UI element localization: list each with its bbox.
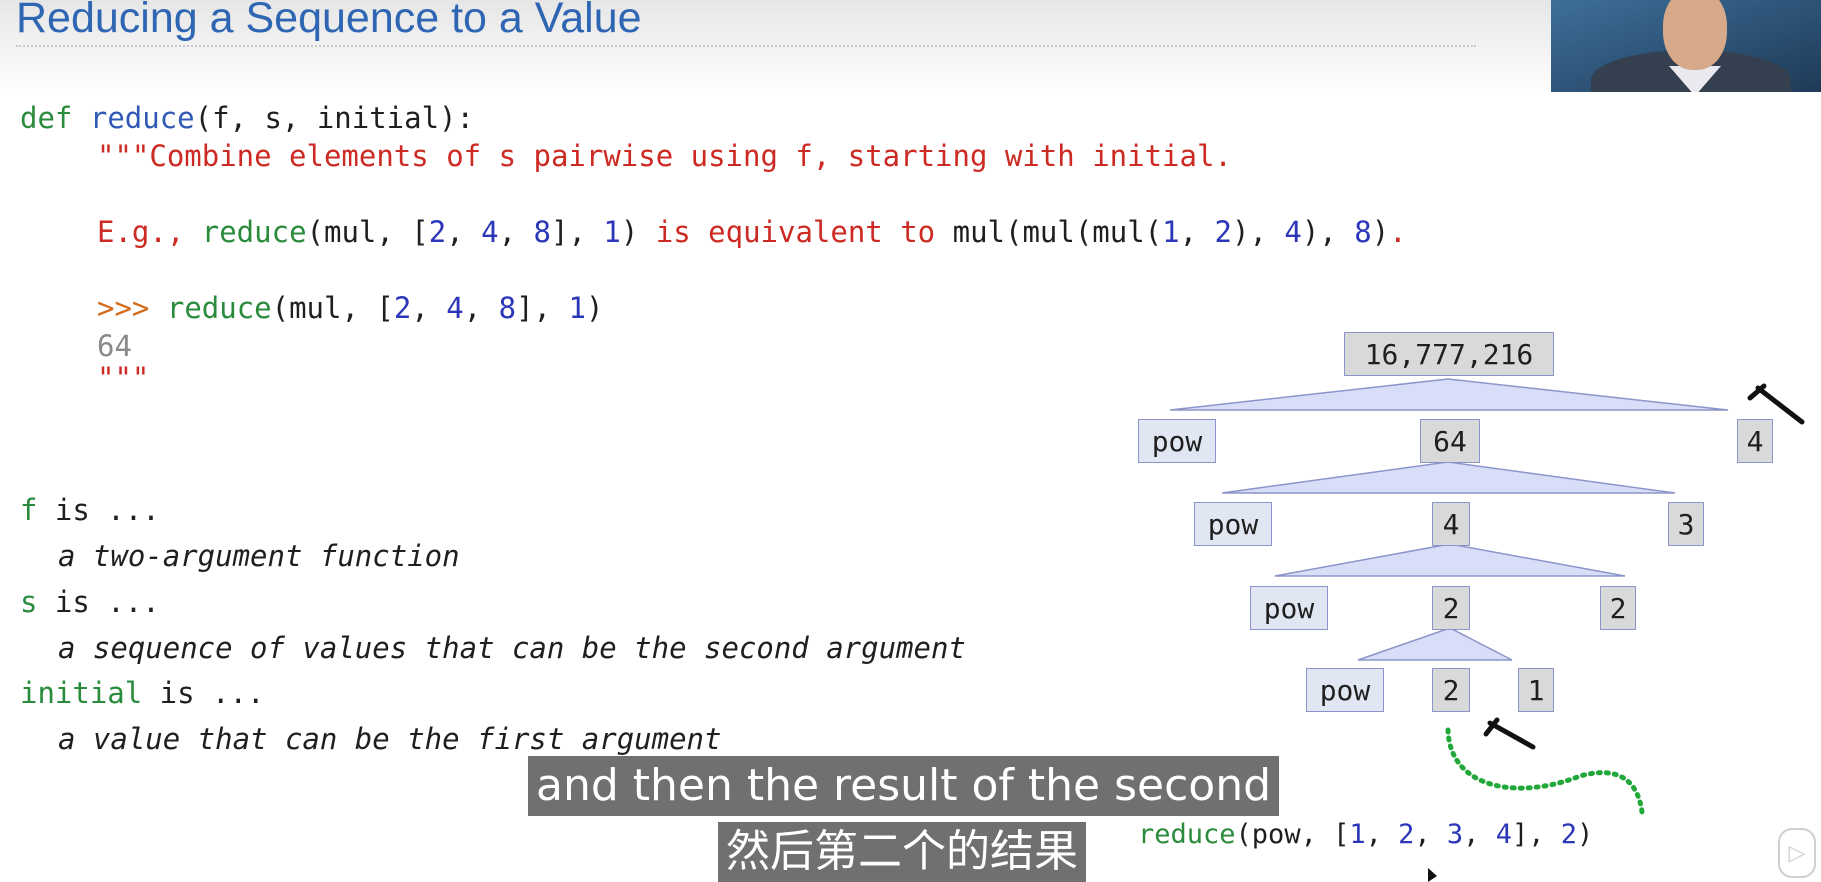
annotation-stroke-bottom [1487,720,1536,750]
tree-fn-node: pow [1250,586,1328,630]
tree-right-node: 2 [1600,586,1636,630]
call-num: 3 [1446,819,1464,850]
tree-right-node: 3 [1668,502,1704,546]
call-num: 4 [1495,819,1512,850]
tree-connectors [1169,378,1805,882]
tree-right-node: 4 [1737,419,1773,463]
annotation-stroke-top [1755,385,1805,425]
play-icon: ▷ [1788,840,1806,866]
tree-fn-label: pow [1151,424,1203,458]
tree-mid-node: 2 [1432,586,1470,630]
call-func: reduce [1138,819,1236,850]
tree-fn-node: pow [1194,502,1272,546]
tree-root-node: 16,777,216 [1344,332,1554,376]
tree-right-value: 1 [1527,673,1545,707]
subtitle-chinese: 然后第二个的结果 [718,822,1086,882]
tree-connector-root [1169,378,1729,411]
tree-mid-node: 4 [1432,502,1470,546]
tree-fn-label: pow [1263,591,1315,625]
tree-mid-node: 2 [1432,668,1470,712]
call-mid: ], [1511,819,1561,850]
tree-right-value: 3 [1677,507,1695,541]
tree-fn-node: pow [1138,419,1216,463]
tree-mid-value: 2 [1442,591,1460,625]
tree-mid-value: 2 [1442,673,1460,707]
call-open: (pow, [ [1235,819,1350,850]
tree-mid-value: 64 [1433,424,1467,458]
call-init: 2 [1560,819,1577,850]
tree-fn-node: pow [1306,668,1384,712]
call-num: 2 [1398,819,1415,850]
tree-fn-label: pow [1207,507,1259,541]
call-sep: , [1414,819,1447,850]
mouse-cursor-icon [1428,868,1437,882]
call-num: 1 [1349,819,1366,850]
tree-right-value: 4 [1746,424,1764,458]
call-sep: , [1365,819,1399,850]
tree-connector-level2 [1274,543,1626,577]
reduce-call-line: reduce(pow, [1, 2, 3, 4], 2) [1138,817,1593,853]
tree-mid-value: 4 [1442,507,1460,541]
player-control-button[interactable]: ▷ [1778,828,1816,878]
subtitle-english: and then the result of the second [528,756,1280,816]
tree-root-value: 16,777,216 [1364,337,1534,371]
tree-connector-level3 [1357,627,1513,661]
call-sep: , [1463,819,1496,850]
tree-mid-node: 64 [1420,419,1480,463]
annotation-green-dots [1445,727,1645,815]
tree-right-value: 2 [1609,591,1627,625]
call-close: ) [1577,819,1594,850]
tree-connector-level1 [1221,461,1676,494]
tree-fn-label: pow [1319,673,1371,707]
tree-right-node: 1 [1518,668,1554,712]
